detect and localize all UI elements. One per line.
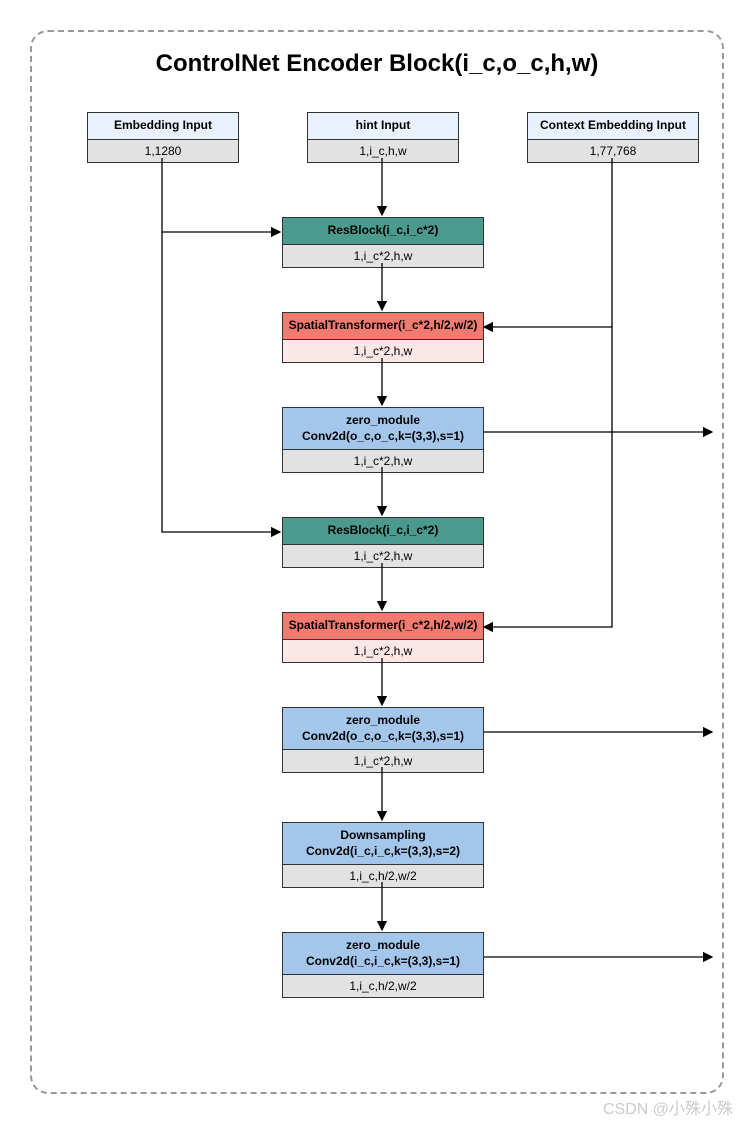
resblock-2: ResBlock(i_c,i_c*2) 1,i_c*2,h,w — [282, 517, 484, 568]
spatialtransformer-1: SpatialTransformer(i_c*2,h/2,w/2) 1,i_c*… — [282, 312, 484, 363]
resblock-1-label: ResBlock(i_c,i_c*2) — [283, 218, 483, 245]
embedding-input-shape: 1,1280 — [88, 140, 238, 162]
diagram-title: ControlNet Encoder Block(i_c,o_c,h,w) — [32, 50, 722, 78]
zero-module-2-label: zero_moduleConv2d(o_c,o_c,k=(3,3),s=1) — [283, 708, 483, 750]
resblock-1: ResBlock(i_c,i_c*2) 1,i_c*2,h,w — [282, 217, 484, 268]
spatialtransformer-1-shape: 1,i_c*2,h,w — [283, 340, 483, 362]
watermark: CSDN @小殊小殊 — [603, 1095, 733, 1119]
context-input-block: Context Embedding Input 1,77,768 — [527, 112, 699, 163]
hint-input-block: hint Input 1,i_c,h,w — [307, 112, 459, 163]
downsampling-shape: 1,i_c,h/2,w/2 — [283, 865, 483, 887]
spatialtransformer-2: SpatialTransformer(i_c*2,h/2,w/2) 1,i_c*… — [282, 612, 484, 663]
resblock-2-shape: 1,i_c*2,h,w — [283, 545, 483, 567]
downsampling-block: DownsamplingConv2d(i_c,i_c,k=(3,3),s=2) … — [282, 822, 484, 888]
context-input-shape: 1,77,768 — [528, 140, 698, 162]
zero-module-1: zero_moduleConv2d(o_c,o_c,k=(3,3),s=1) 1… — [282, 407, 484, 473]
hint-input-label: hint Input — [308, 113, 458, 140]
spatialtransformer-2-label: SpatialTransformer(i_c*2,h/2,w/2) — [283, 613, 483, 640]
zero-module-1-label: zero_moduleConv2d(o_c,o_c,k=(3,3),s=1) — [283, 408, 483, 450]
resblock-1-shape: 1,i_c*2,h,w — [283, 245, 483, 267]
embedding-input-label: Embedding Input — [88, 113, 238, 140]
zero-module-2: zero_moduleConv2d(o_c,o_c,k=(3,3),s=1) 1… — [282, 707, 484, 773]
resblock-2-label: ResBlock(i_c,i_c*2) — [283, 518, 483, 545]
zero-module-3: zero_moduleConv2d(i_c,i_c,k=(3,3),s=1) 1… — [282, 932, 484, 998]
zero-module-3-label: zero_moduleConv2d(i_c,i_c,k=(3,3),s=1) — [283, 933, 483, 975]
zero-module-3-shape: 1,i_c,h/2,w/2 — [283, 975, 483, 997]
zero-module-2-shape: 1,i_c*2,h,w — [283, 750, 483, 772]
spatialtransformer-2-shape: 1,i_c*2,h,w — [283, 640, 483, 662]
context-input-label: Context Embedding Input — [528, 113, 698, 140]
embedding-input-block: Embedding Input 1,1280 — [87, 112, 239, 163]
zero-module-1-shape: 1,i_c*2,h,w — [283, 450, 483, 472]
hint-input-shape: 1,i_c,h,w — [308, 140, 458, 162]
downsampling-label: DownsamplingConv2d(i_c,i_c,k=(3,3),s=2) — [283, 823, 483, 865]
spatialtransformer-1-label: SpatialTransformer(i_c*2,h/2,w/2) — [283, 313, 483, 340]
diagram-container: ControlNet Encoder Block(i_c,o_c,h,w) Em… — [30, 30, 724, 1094]
